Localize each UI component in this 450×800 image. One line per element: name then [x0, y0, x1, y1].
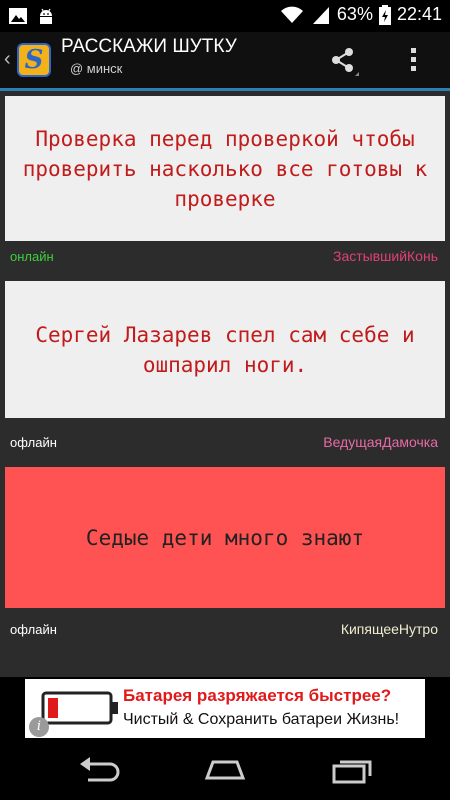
back-icon[interactable] — [76, 754, 124, 786]
battery-icon — [378, 4, 391, 25]
ad-strip: Батарея разряжается быстрее? Чистый & Со… — [0, 677, 450, 740]
ad-headline: Батарея разряжается быстрее? — [123, 686, 392, 705]
app-title: РАССКАЖИ ШУТКУ — [61, 36, 237, 57]
app-logo[interactable]: S — [17, 43, 51, 77]
joke-card[interactable]: Проверка перед проверкой чтобы проверить… — [5, 96, 445, 241]
joke-text: Сергей Лазарев спел сам себе и ошпарил н… — [35, 322, 415, 377]
author-name[interactable]: ВедущаяДамочка — [323, 434, 438, 450]
joke-text: Седые дети много знают — [85, 525, 365, 550]
signal-icon — [312, 6, 329, 24]
app-subtitle: @ минск — [70, 61, 123, 76]
joke-feed[interactable]: Проверка перед проверкой чтобы проверить… — [0, 91, 450, 677]
joke-meta: офлайн ВедущаяДамочка — [0, 429, 450, 457]
android-icon — [40, 8, 52, 24]
up-chevron-icon[interactable]: ‹ — [4, 48, 11, 71]
joke-text: Проверка перед проверкой чтобы проверить… — [22, 126, 428, 211]
image-icon — [9, 8, 27, 24]
overflow-menu-icon[interactable] — [402, 44, 426, 76]
clock: 22:41 — [396, 4, 442, 24]
status-bar: 63% 22:41 — [0, 0, 450, 32]
online-status: офлайн — [10, 622, 57, 637]
author-name[interactable]: ЗастывшийКонь — [333, 248, 438, 264]
wifi-icon — [280, 6, 303, 23]
ad-banner[interactable]: Батарея разряжается быстрее? Чистый & Со… — [25, 679, 425, 738]
joke-card[interactable]: Сергей Лазарев спел сам себе и ошпарил н… — [5, 281, 445, 418]
home-icon[interactable] — [201, 754, 249, 786]
ad-body: Чистый & Сохранить батареи Жизнь! — [123, 711, 400, 728]
joke-meta: онлайн ЗастывшийКонь — [0, 243, 450, 271]
joke-card[interactable]: Седые дети много знают — [5, 467, 445, 608]
system-nav-bar — [0, 740, 450, 800]
low-battery-icon — [41, 691, 118, 725]
ad-info-icon[interactable]: i — [29, 717, 49, 737]
online-status: онлайн — [10, 249, 54, 264]
recent-apps-icon[interactable] — [328, 754, 376, 786]
author-name[interactable]: КипящееНутро — [341, 621, 438, 637]
share-icon[interactable] — [327, 44, 359, 76]
action-bar: ‹ S РАССКАЖИ ШУТКУ @ минск — [0, 32, 450, 91]
joke-meta: офлайн КипящееНутро — [0, 616, 450, 644]
battery-percent: 63% — [336, 4, 373, 24]
online-status: офлайн — [10, 435, 57, 450]
